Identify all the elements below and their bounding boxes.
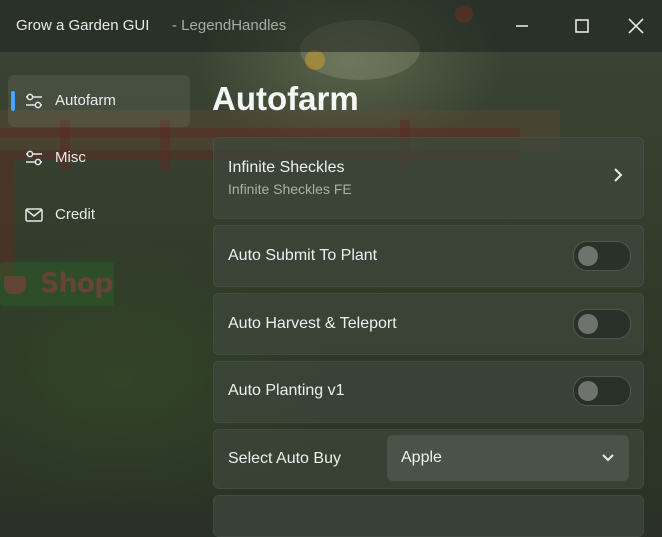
toggle-knob bbox=[578, 381, 598, 401]
toggle-knob bbox=[578, 314, 598, 334]
minimize-icon bbox=[516, 25, 528, 27]
toggle-label: Auto Harvest & Teleport bbox=[228, 315, 397, 332]
next-row bbox=[213, 495, 644, 537]
chevron-right-icon bbox=[614, 168, 623, 182]
sidebar-item-misc[interactable]: Misc bbox=[8, 132, 190, 184]
toggle-label: Auto Submit To Plant bbox=[228, 247, 378, 264]
mail-icon bbox=[25, 208, 43, 222]
chevron-down-icon bbox=[602, 454, 614, 462]
window-subtitle: - LegendHandles bbox=[172, 17, 287, 34]
title-bar: Grow a Garden GUI - LegendHandles bbox=[0, 0, 662, 52]
sidebar-item-credit[interactable]: Credit bbox=[8, 189, 190, 241]
active-indicator bbox=[11, 91, 15, 111]
sliders-icon bbox=[26, 150, 42, 166]
toggle-row: Auto Planting v1 bbox=[213, 361, 644, 423]
sidebar: Autofarm Misc Credit bbox=[0, 52, 200, 513]
toggle-knob bbox=[578, 246, 598, 266]
maximize-button[interactable] bbox=[568, 12, 596, 40]
window-title: Grow a Garden GUI bbox=[16, 17, 150, 34]
dropdown-value: Apple bbox=[401, 449, 442, 466]
minimize-button[interactable] bbox=[508, 12, 536, 40]
close-icon bbox=[628, 18, 644, 34]
auto-harvest-toggle[interactable] bbox=[573, 309, 631, 339]
maximize-icon bbox=[575, 19, 589, 33]
close-button[interactable] bbox=[622, 12, 650, 40]
sidebar-item-autofarm[interactable]: Autofarm bbox=[8, 75, 190, 127]
auto-submit-toggle[interactable] bbox=[573, 241, 631, 271]
auto-buy-dropdown[interactable]: Apple bbox=[387, 435, 629, 481]
toggle-row: Auto Submit To Plant bbox=[213, 225, 644, 287]
sidebar-item-label: Credit bbox=[55, 206, 96, 223]
dropdown-label: Select Auto Buy bbox=[228, 450, 341, 467]
sliders-icon bbox=[26, 93, 42, 109]
page-title: Autofarm bbox=[212, 80, 359, 117]
toggle-row: Auto Harvest & Teleport bbox=[213, 293, 644, 355]
dropdown-row: Select Auto Buy Apple bbox=[213, 429, 644, 489]
button-description: Infinite Sheckles FE bbox=[228, 181, 352, 197]
auto-planting-toggle[interactable] bbox=[573, 376, 631, 406]
toggle-label: Auto Planting v1 bbox=[228, 382, 345, 399]
sidebar-item-label: Autofarm bbox=[55, 92, 116, 109]
sidebar-item-label: Misc bbox=[55, 149, 86, 166]
infinite-sheckles-button[interactable]: Infinite Sheckles Infinite Sheckles FE bbox=[213, 137, 644, 219]
button-title: Infinite Sheckles bbox=[228, 159, 345, 176]
